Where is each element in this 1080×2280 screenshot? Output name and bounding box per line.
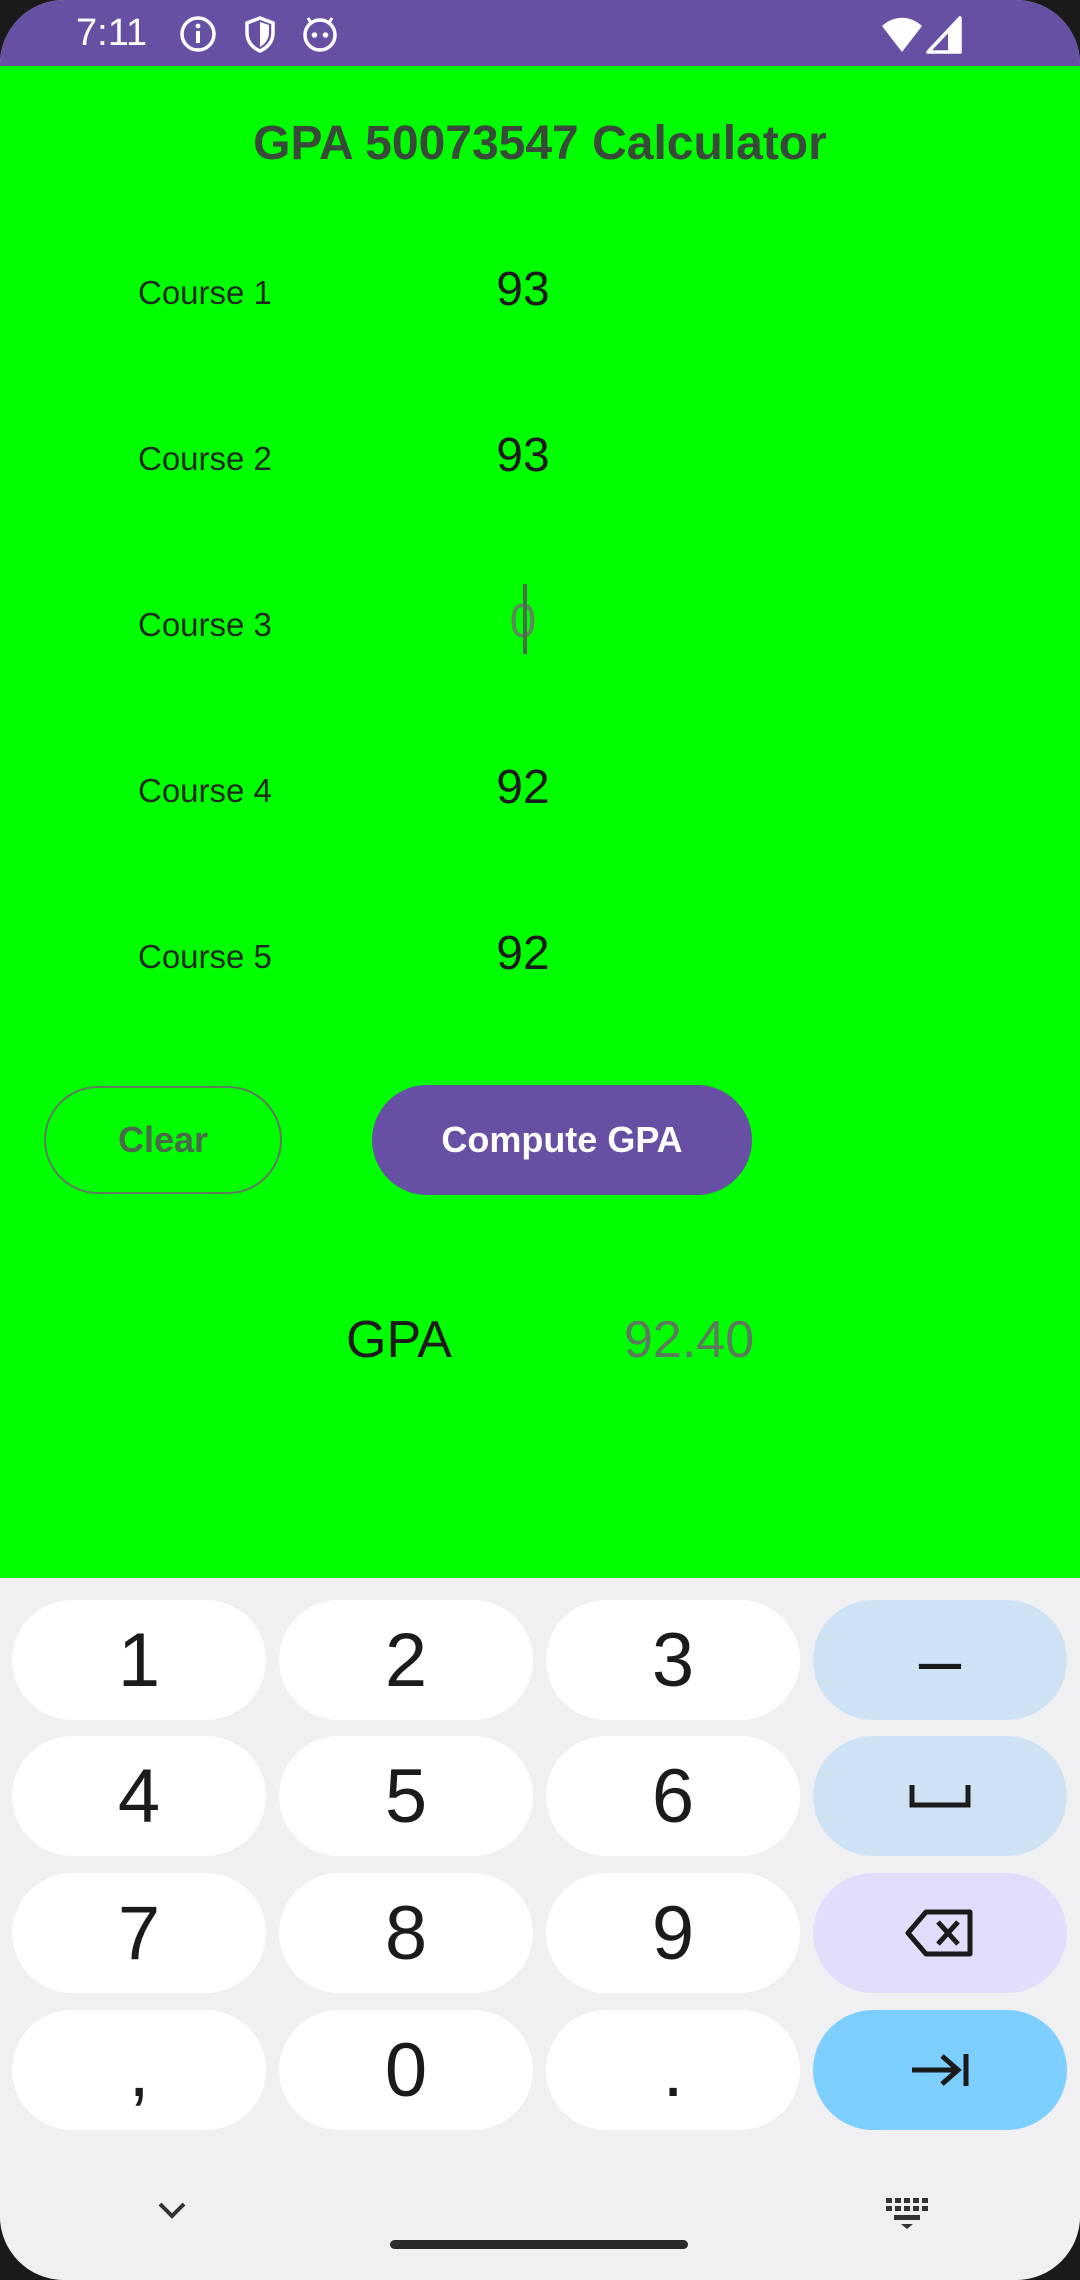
keyboard-icon[interactable]	[884, 2196, 930, 2230]
space-icon	[909, 1785, 971, 1808]
key-4[interactable]: 4	[12, 1736, 266, 1856]
backspace-icon	[905, 1909, 973, 1957]
key-space[interactable]	[813, 1736, 1067, 1856]
key-9[interactable]: 9	[546, 1873, 800, 1993]
status-time: 7:11	[76, 12, 148, 54]
shield-icon	[245, 16, 275, 53]
key-minus[interactable]: –	[813, 1600, 1067, 1720]
key-7[interactable]: 7	[12, 1873, 266, 1993]
key-2[interactable]: 2	[279, 1600, 533, 1720]
course-label: Course 5	[138, 938, 272, 975]
key-comma[interactable]: ,	[12, 2010, 266, 2130]
key-backspace[interactable]	[813, 1873, 1067, 1993]
wifi-icon	[882, 17, 922, 52]
gpa-label: GPA	[346, 1311, 452, 1369]
course-label: Course 4	[138, 772, 272, 809]
gpa-result: 92.40	[624, 1311, 755, 1369]
signal-icon	[926, 16, 962, 54]
status-bar: 7:11	[0, 0, 1080, 66]
course-2-input[interactable]: 93	[458, 428, 588, 483]
course-5-input[interactable]: 92	[458, 926, 588, 981]
key-period[interactable]: .	[546, 2010, 800, 2130]
key-3[interactable]: 3	[546, 1600, 800, 1720]
course-label: Course 3	[138, 606, 272, 643]
course-4-input[interactable]: 92	[458, 760, 588, 815]
course-label: Course 1	[138, 274, 272, 311]
course-1-input[interactable]: 93	[458, 262, 588, 317]
phone-screen: 7:11 GPA 50073547 Calculator Course 1 93…	[0, 0, 1080, 2280]
chevron-down-icon[interactable]	[152, 2196, 192, 2226]
key-enter[interactable]	[813, 2010, 1067, 2130]
text-cursor	[523, 584, 527, 654]
android-face-icon	[303, 17, 337, 52]
key-6[interactable]: 6	[546, 1736, 800, 1856]
numeric-keyboard: 1 2 3 – 4 5 6 7 8 9 , 0 .	[0, 1578, 1080, 2280]
gpa-calculator-app: GPA 50073547 Calculator Course 1 93 Cour…	[0, 66, 1080, 1578]
page-title: GPA 50073547 Calculator	[253, 117, 827, 170]
key-1[interactable]: 1	[12, 1600, 266, 1720]
key-5[interactable]: 5	[279, 1736, 533, 1856]
course-label: Course 2	[138, 440, 272, 477]
info-icon	[180, 16, 216, 52]
compute-gpa-button[interactable]: Compute GPA	[372, 1085, 752, 1195]
key-8[interactable]: 8	[279, 1873, 533, 1993]
home-gesture-bar[interactable]	[390, 2240, 688, 2249]
clear-button[interactable]: Clear	[44, 1086, 282, 1194]
key-0[interactable]: 0	[279, 2010, 533, 2130]
tab-next-icon	[912, 2054, 969, 2086]
